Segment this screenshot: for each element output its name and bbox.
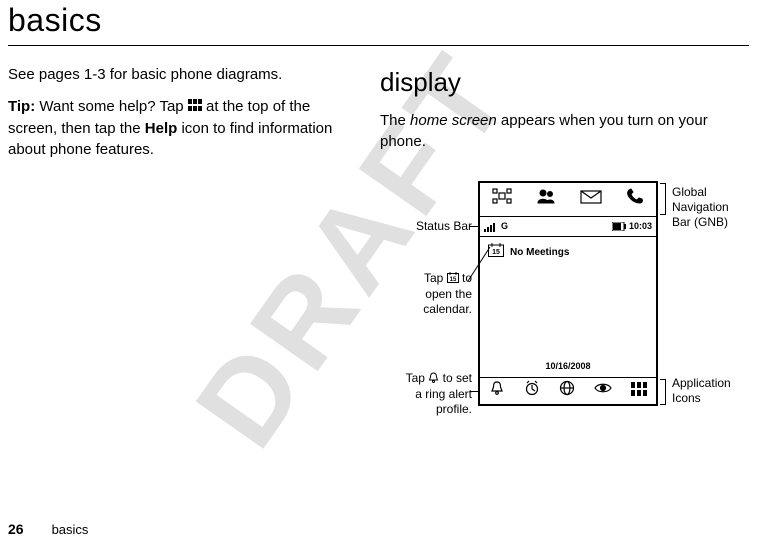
status-time: 10:03: [629, 220, 652, 233]
tip-text-1: Want some help? Tap: [35, 98, 188, 115]
page-title: basics: [8, 0, 749, 46]
app-globe-icon: [559, 380, 575, 403]
no-meetings-row: 15 No Meetings: [480, 237, 656, 263]
label-app-icons: Application Icons: [672, 376, 731, 406]
no-meetings-text: No Meetings: [510, 246, 569, 261]
svg-text:15: 15: [492, 249, 500, 256]
display-body: The home screen appears when you turn on…: [380, 110, 749, 154]
gnb-l2: Navigation: [672, 200, 729, 214]
status-left: G: [484, 220, 508, 233]
gnb-camera-icon: [492, 188, 512, 211]
cal-l1: Tap: [424, 271, 447, 285]
phone-screen: G 10:03 15 No Meetings 10/16/2008: [478, 181, 658, 406]
intro-line: See pages 1-3 for basic phone diagrams.: [8, 64, 348, 86]
app-l2: Icons: [672, 391, 701, 405]
grid-icon: [188, 96, 202, 118]
content-columns: See pages 1-3 for basic phone diagrams. …: [0, 64, 757, 451]
app-bell-icon: [489, 380, 505, 403]
calendar-body-icon: 15: [488, 243, 504, 263]
status-g: G: [501, 220, 508, 233]
label-ring: Tap to set a ring alert profile.: [406, 371, 472, 416]
page-number: 26: [8, 521, 24, 537]
right-column: display The home screen appears when you…: [380, 64, 749, 451]
ring-l1: Tap: [406, 371, 429, 385]
phone-date: 10/16/2008: [480, 360, 656, 373]
calendar-icon: 15: [447, 272, 459, 287]
section-title: display: [380, 64, 749, 102]
left-column: See pages 1-3 for basic phone diagrams. …: [8, 64, 348, 451]
svg-text:15: 15: [449, 277, 456, 283]
app-clock-icon: [524, 380, 540, 403]
phone-body: 15 No Meetings 10/16/2008: [480, 237, 656, 377]
signal-icon: [484, 222, 498, 232]
body-1: The: [380, 112, 410, 129]
bell-icon: [428, 372, 439, 387]
app-eye-icon: [594, 380, 612, 403]
label-gnb: Global Navigation Bar (GNB): [672, 185, 729, 230]
label-status-bar: Status Bar: [416, 219, 472, 234]
app-grid-icon: [631, 381, 647, 403]
ring-l3: a ring alert: [415, 387, 472, 401]
phone-figure: Status Bar Tap 15 to open the calendar. …: [380, 181, 749, 451]
global-nav-bar: [480, 183, 656, 217]
help-word: Help: [145, 120, 178, 137]
gnb-contacts-icon: [536, 188, 556, 211]
battery-icon: [612, 222, 626, 231]
label-calendar: Tap 15 to open the calendar.: [423, 271, 472, 316]
gnb-l1: Global: [672, 185, 707, 199]
bracket-app: [660, 379, 666, 405]
tip-label: Tip:: [8, 98, 35, 115]
ring-l4: profile.: [436, 402, 472, 416]
app-icons-row: [480, 377, 656, 405]
tip-paragraph: Tip: Want some help? Tap at the top of t…: [8, 96, 348, 161]
gnb-mail-icon: [580, 189, 602, 211]
footer-label: basics: [52, 522, 89, 537]
ring-l2: to set: [439, 371, 472, 385]
cal-l4: calendar.: [423, 302, 472, 316]
page-footer: 26 basics: [8, 521, 88, 537]
status-right: 10:03: [612, 220, 652, 233]
bracket-gnb: [660, 183, 666, 215]
cal-l3: open the: [425, 287, 472, 301]
status-bar: G 10:03: [480, 217, 656, 237]
leader-cal: [468, 245, 490, 285]
app-l1: Application: [672, 376, 731, 390]
body-italic: home screen: [410, 112, 497, 129]
gnb-l3: Bar (GNB): [672, 215, 728, 229]
gnb-phone-icon: [626, 188, 644, 211]
